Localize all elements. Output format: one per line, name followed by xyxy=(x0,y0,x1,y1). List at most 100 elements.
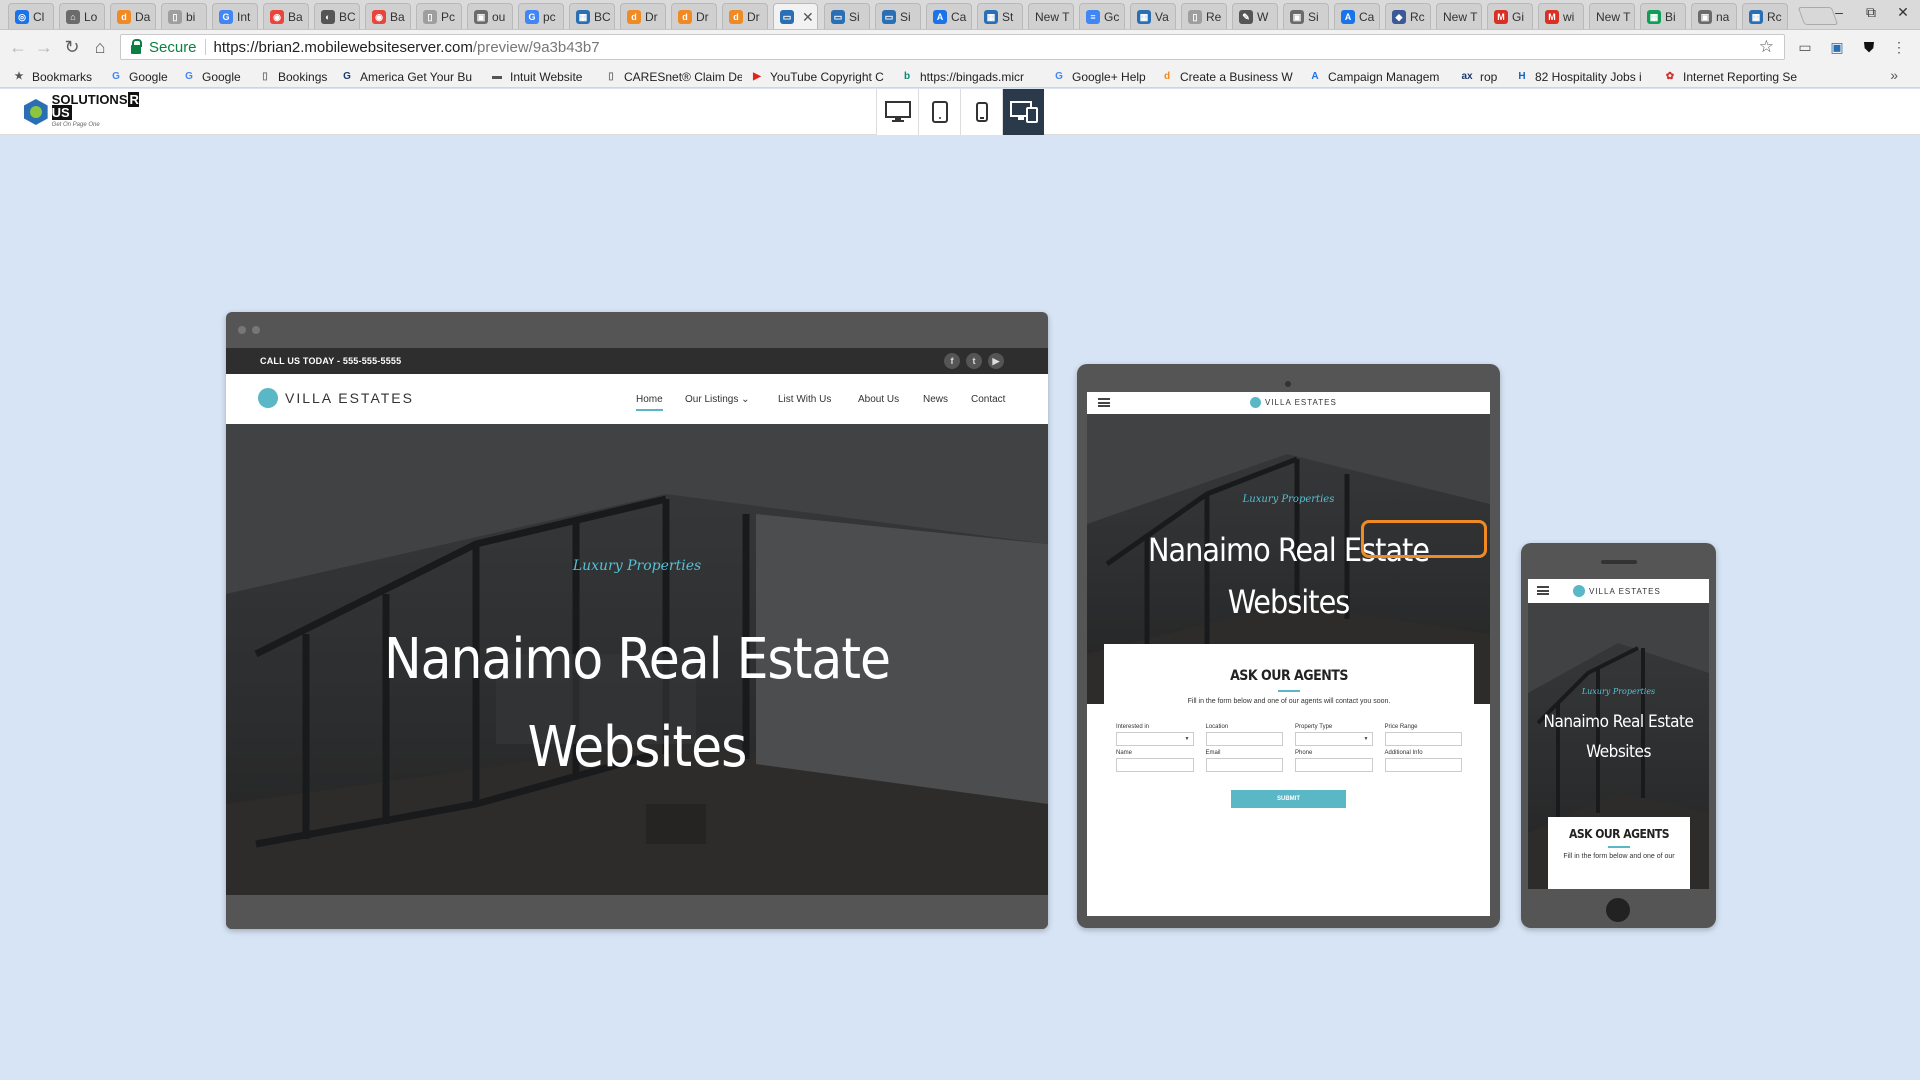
close-window-icon[interactable]: ✕ xyxy=(1888,4,1918,21)
tablet-site-navbar: VILLA ESTATES xyxy=(1087,392,1490,414)
tab-close-icon[interactable]: ✕ xyxy=(802,9,814,26)
browser-tab[interactable]: A Ca xyxy=(1334,3,1380,29)
browser-tab[interactable]: d Da xyxy=(110,3,156,29)
nav-home[interactable]: Home xyxy=(636,394,663,411)
phone-field[interactable]: Phone xyxy=(1295,750,1373,772)
bookmark-item[interactable]: A Campaign Managem xyxy=(1308,68,1439,85)
youtube-icon[interactable]: ▶ xyxy=(988,353,1004,369)
menu-kebab-icon[interactable]: ⋮ xyxy=(1890,38,1908,56)
browser-tab[interactable]: ▣ ou xyxy=(467,3,513,29)
browser-tab[interactable]: ▯ Re xyxy=(1181,3,1227,29)
property-type-field[interactable]: Property Type ▼ xyxy=(1295,724,1373,746)
browser-tab[interactable]: ▣ na xyxy=(1691,3,1737,29)
browser-tab[interactable]: ▯ Pc xyxy=(416,3,462,29)
cast-icon[interactable]: ▭ xyxy=(1796,38,1814,56)
twitter-icon[interactable]: t xyxy=(966,353,982,369)
browser-tab[interactable]: ◐ BC xyxy=(314,3,360,29)
browser-tab[interactable]: ▣ Si xyxy=(1283,3,1329,29)
email-field[interactable]: Email xyxy=(1205,750,1283,772)
bookmark-item[interactable]: b https://bingads.micr xyxy=(900,68,1024,85)
browser-tab[interactable]: New T xyxy=(1589,3,1635,29)
bookmark-item[interactable]: ▯ CARESnet® Claim De xyxy=(604,68,742,85)
browser-tab[interactable]: ◆ Rc xyxy=(1385,3,1431,29)
nav-list-with-us[interactable]: List With Us xyxy=(778,394,831,405)
site-brand[interactable]: VILLA ESTATES xyxy=(258,388,414,408)
browser-tab[interactable]: ▦ St xyxy=(977,3,1023,29)
extension-shield-icon[interactable]: ⛊ xyxy=(1860,38,1878,56)
tab-favicon-icon: ⌂ xyxy=(66,10,80,24)
extension-icon[interactable]: ▣ xyxy=(1828,38,1846,56)
preview-header: SOLUTIONS R US Get On Page One xyxy=(0,89,1920,135)
bookmark-item[interactable]: d Create a Business W xyxy=(1160,68,1293,85)
bookmarks-overflow-icon[interactable]: » xyxy=(1890,67,1898,83)
bookmark-item[interactable]: ▯ Bookings xyxy=(258,68,327,85)
hamburger-menu-icon[interactable] xyxy=(1537,586,1549,595)
browser-tab[interactable]: Gpc xyxy=(518,3,564,29)
browser-tab[interactable]: ⌂ Lo xyxy=(59,3,105,29)
bookmark-item[interactable]: G Google xyxy=(109,68,168,85)
browser-tab[interactable]: Mwi xyxy=(1538,3,1584,29)
browser-tab[interactable]: ▦ Va xyxy=(1130,3,1176,29)
browser-tab[interactable]: ▦ Rc xyxy=(1742,3,1788,29)
browser-tab[interactable]: d Dr xyxy=(722,3,768,29)
browser-tab[interactable]: ▦ Bi xyxy=(1640,3,1686,29)
logo-hexagon-icon xyxy=(24,99,48,125)
name-field[interactable]: Name xyxy=(1116,750,1194,772)
bookmark-item[interactable]: ▶ YouTube Copyright C xyxy=(750,68,884,85)
desktop-view-button[interactable] xyxy=(876,89,918,135)
home-icon[interactable]: ⌂ xyxy=(88,36,112,58)
forward-arrow-icon[interactable]: → xyxy=(32,36,56,58)
bookmark-item[interactable]: G Google xyxy=(182,68,241,85)
bookmark-item[interactable]: G America Get Your Bu xyxy=(340,68,472,85)
bookmark-item[interactable]: H 82 Hospitality Jobs i xyxy=(1515,68,1641,85)
browser-tab[interactable]: ◉ Ba xyxy=(365,3,411,29)
interested-in-field[interactable]: Interested in ▼ xyxy=(1116,724,1194,746)
tablet-site-brand[interactable]: VILLA ESTATES xyxy=(1250,397,1337,408)
bookmark-favicon-icon: G xyxy=(185,71,193,82)
bookmark-item[interactable]: ax rop xyxy=(1460,68,1497,85)
submit-button[interactable]: SUBMIT xyxy=(1231,790,1346,808)
tab-title: bi xyxy=(186,10,196,24)
all-devices-view-button[interactable] xyxy=(1002,89,1044,135)
browser-tab[interactable]: d Dr xyxy=(671,3,717,29)
browser-tab[interactable]: d Dr xyxy=(620,3,666,29)
nav-about-us[interactable]: About Us xyxy=(858,394,899,405)
location-field[interactable]: Location xyxy=(1205,724,1283,746)
address-bar[interactable]: Secure https://brian2.mobilewebsiteserve… xyxy=(120,34,1785,60)
bookmark-item[interactable]: ✿ Internet Reporting Se xyxy=(1663,68,1797,85)
browser-tab[interactable]: G Int xyxy=(212,3,258,29)
browser-tab[interactable]: New T xyxy=(1436,3,1482,29)
phone-view-button[interactable] xyxy=(960,89,1002,135)
bookmark-star-icon[interactable]: ☆ xyxy=(1759,37,1774,57)
browser-tab[interactable]: ▭ Si xyxy=(875,3,921,29)
price-range-field[interactable]: Price Range xyxy=(1384,724,1462,746)
nav-news[interactable]: News xyxy=(923,394,948,405)
browser-tab[interactable]: ▦ BC xyxy=(569,3,615,29)
browser-tab[interactable]: M Gi xyxy=(1487,3,1533,29)
tablet-view-button[interactable] xyxy=(918,89,960,135)
bookmark-item[interactable]: G Google+ Help xyxy=(1052,68,1146,85)
browser-tab[interactable]: ✎ W xyxy=(1232,3,1278,29)
browser-tab[interactable]: ▯ bi xyxy=(161,3,207,29)
browser-tab[interactable]: ◉ Ba xyxy=(263,3,309,29)
browser-tab[interactable]: New T xyxy=(1028,3,1074,29)
nav-contact[interactable]: Contact xyxy=(971,394,1005,405)
back-arrow-icon[interactable]: ← xyxy=(6,36,30,58)
browser-tab[interactable]: ◎ Cl xyxy=(8,3,54,29)
bookmark-item[interactable]: ▬ Intuit Website xyxy=(490,68,582,85)
additional-info-field[interactable]: Additional Info xyxy=(1384,750,1462,772)
facebook-icon[interactable]: f xyxy=(944,353,960,369)
nav-our-listings[interactable]: Our Listings ⌄ xyxy=(685,394,750,405)
minimize-icon[interactable]: – xyxy=(1824,4,1854,20)
phone-site-brand[interactable]: VILLA ESTATES xyxy=(1573,585,1661,597)
browser-tab[interactable]: ▭ Si xyxy=(824,3,870,29)
browser-tab[interactable]: ≡ Gc xyxy=(1079,3,1125,29)
browser-tab[interactable]: ▭ ✕ xyxy=(773,3,818,29)
solutions-r-us-logo[interactable]: SOLUTIONS R US Get On Page One xyxy=(24,91,161,128)
bookmark-item[interactable]: ★ Bookmarks xyxy=(12,68,93,85)
hamburger-menu-icon[interactable] xyxy=(1098,398,1110,407)
reload-icon[interactable]: ↻ xyxy=(60,36,84,58)
browser-tab[interactable]: A Ca xyxy=(926,3,972,29)
restore-icon[interactable]: ⧉ xyxy=(1856,4,1886,21)
tab-favicon-icon: ▭ xyxy=(831,10,845,24)
